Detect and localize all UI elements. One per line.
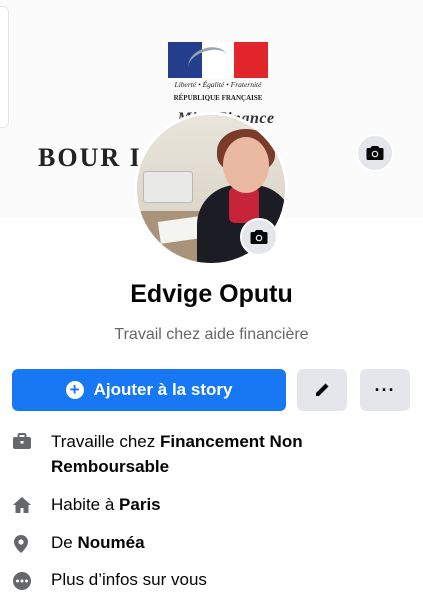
detail-lives-in[interactable]: Habite à Paris (12, 492, 412, 517)
profile-name: Edvige Oputu (130, 280, 293, 308)
detail-from-value: Nouméa (77, 533, 145, 552)
detail-lives-value: Paris (119, 495, 161, 514)
detail-work[interactable]: Travaille chez Financement Non Remboursa… (12, 429, 412, 479)
edit-profile-button[interactable] (297, 369, 347, 411)
cover-motto: Liberté • Égalité • Fraternité (174, 80, 262, 89)
camera-icon (250, 230, 268, 244)
location-pin-icon (12, 530, 38, 555)
edit-cover-camera-button[interactable] (356, 134, 394, 172)
add-to-story-button[interactable]: + Ajouter à la story (12, 369, 286, 411)
plus-circle-icon: + (65, 381, 84, 399)
more-circle-icon (12, 567, 38, 592)
home-icon (12, 492, 38, 517)
camera-icon (366, 146, 384, 160)
profile-bio[interactable]: Travail chez aide financière (0, 326, 423, 344)
cover-republique: RÉPUBLIQUE FRANÇAISE (173, 94, 263, 102)
profile-action-row: + Ajouter à la story ··· (12, 369, 410, 411)
detail-more-info[interactable]: Plus d’infos sur vous (12, 567, 412, 592)
briefcase-icon (12, 429, 38, 479)
more-options-label: ··· (374, 379, 396, 400)
cover-edge-card (0, 6, 9, 128)
detail-work-prefix: Travaille chez (51, 432, 160, 451)
detail-from[interactable]: De Nouméa (12, 530, 412, 555)
add-to-story-label: Ajouter à la story (93, 380, 233, 399)
detail-more-label: Plus d’infos sur vous (51, 570, 207, 589)
edit-avatar-camera-button[interactable] (240, 218, 278, 256)
french-flag-logo (168, 42, 268, 78)
pencil-icon (316, 383, 329, 396)
more-options-button[interactable]: ··· (360, 369, 410, 411)
detail-from-prefix: De (51, 533, 78, 552)
detail-lives-prefix: Habite à (51, 495, 120, 514)
